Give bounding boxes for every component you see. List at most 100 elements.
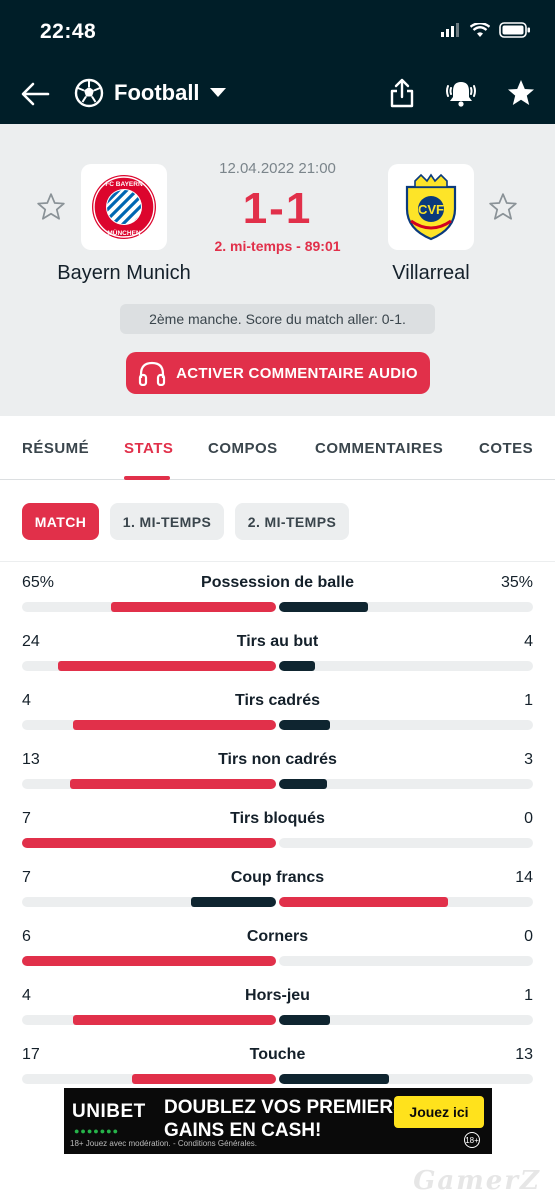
stat-label: Corners (246, 928, 309, 945)
stat-away-track (279, 897, 533, 907)
stat-row: 17 Touche 13 (0, 1034, 555, 1093)
stat-away-value: 1 (524, 692, 533, 709)
stat-away-bar (279, 779, 327, 789)
chip-match[interactable]: MATCH (22, 503, 99, 540)
battery-icon (499, 22, 530, 38)
stat-home-bar (70, 779, 276, 789)
stat-home-bar (111, 602, 276, 612)
stat-away-track (279, 1074, 533, 1084)
stat-label: Tirs cadrés (234, 692, 321, 709)
home-team-name[interactable]: Bayern Munich (24, 262, 224, 285)
stat-home-bar (191, 897, 276, 907)
stat-away-value: 0 (524, 928, 533, 945)
villarreal-crest-icon: CVF (405, 173, 457, 241)
advert-banner[interactable]: UNIBET ●●●●●●● DOUBLEZ VOS PREMIERS GAIN… (64, 1088, 492, 1154)
stat-row: 4 Hors-jeu 1 (0, 975, 555, 1034)
stat-away-track (279, 956, 533, 966)
tab-bar: RÉSUMÉ STATS COMPOS COMMENTAIRES COTES (0, 416, 555, 480)
stat-label: Tirs au but (236, 633, 319, 650)
stat-away-track (279, 1015, 533, 1025)
ad-fine-print: 18+ Jouez avec modération. - Conditions … (70, 1139, 257, 1148)
stat-home-bar (22, 838, 276, 848)
stat-home-track (22, 661, 276, 671)
stat-away-value: 1 (524, 987, 533, 1004)
stat-away-bar (279, 1074, 389, 1084)
away-team-logo[interactable]: CVF (388, 164, 474, 250)
app-bar-actions (389, 78, 535, 108)
stat-away-bar (279, 720, 330, 730)
stat-label: Tirs non cadrés (218, 751, 337, 768)
stat-home-track (22, 1074, 276, 1084)
chip-first-half[interactable]: 1. MI-TEMPS (110, 503, 224, 540)
ad-cta-button[interactable]: Jouez ici (394, 1096, 484, 1128)
stat-away-track (279, 838, 533, 848)
stat-home-track (22, 1015, 276, 1025)
stat-home-bar (22, 956, 276, 966)
stat-row: 7 Coup francs 14 (0, 857, 555, 916)
stat-label: Hors-jeu (245, 987, 310, 1004)
stat-row: 7 Tirs bloqués 0 (0, 798, 555, 857)
tab-compos[interactable]: COMPOS (208, 440, 278, 457)
tab-resume[interactable]: RÉSUMÉ (22, 440, 89, 457)
stat-home-bar (132, 1074, 276, 1084)
stat-away-value: 13 (515, 1046, 533, 1063)
stat-home-track (22, 602, 276, 612)
stat-away-value: 14 (515, 869, 533, 886)
share-icon[interactable] (389, 78, 415, 108)
stat-label: Tirs bloqués (230, 810, 325, 827)
stat-away-track (279, 661, 533, 671)
football-icon (74, 78, 104, 108)
period-filter: MATCH 1. MI-TEMPS 2. MI-TEMPS (0, 480, 555, 562)
wifi-icon (470, 22, 490, 37)
stat-away-value: 35% (500, 574, 533, 591)
stat-label: Touche (249, 1046, 306, 1063)
stat-label: Possession de balle (201, 574, 354, 591)
stat-home-bar (73, 720, 276, 730)
stat-row: 6 Corners 0 (0, 916, 555, 975)
tab-stats[interactable]: STATS (124, 440, 173, 457)
stat-away-value: 0 (524, 810, 533, 827)
ad-brand: UNIBET (72, 1101, 146, 1122)
stat-row: 24 Tirs au but 4 (0, 621, 555, 680)
stat-away-bar (279, 1015, 330, 1025)
stat-home-bar (58, 661, 276, 671)
stat-row: 13 Tirs non cadrés 3 (0, 739, 555, 798)
stat-home-track (22, 720, 276, 730)
clock: 22:48 (40, 20, 97, 43)
status-icons (441, 22, 531, 38)
match-header: FC BAYERN MÜNCHEN Bayern Munich 12.04.20… (0, 124, 555, 416)
stat-label: Coup francs (230, 869, 325, 886)
stat-home-track (22, 897, 276, 907)
ad-headline-line-1: DOUBLEZ VOS PREMIERS (164, 1097, 406, 1118)
audio-commentary-label: ACTIVER COMMENTAIRE AUDIO (176, 364, 418, 382)
signal-icon (441, 23, 459, 37)
chevron-down-icon (209, 88, 226, 97)
notification-bell-icon[interactable] (445, 78, 477, 108)
stat-away-bar (279, 897, 448, 907)
stat-away-track (279, 602, 533, 612)
tab-commentaires[interactable]: COMMENTAIRES (315, 440, 443, 457)
status-bar: 22:48 (0, 0, 555, 64)
stat-home-bar (73, 1015, 276, 1025)
stat-away-track (279, 779, 533, 789)
stat-home-track (22, 838, 276, 848)
audio-commentary-button[interactable]: ACTIVER COMMENTAIRE AUDIO (126, 352, 430, 394)
away-favorite-star-icon[interactable] (488, 192, 518, 222)
aggregate-info: 2ème manche. Score du match aller: 0-1. (120, 304, 435, 334)
chip-second-half[interactable]: 2. MI-TEMPS (235, 503, 349, 540)
stat-away-bar (279, 602, 368, 612)
ad-brand-dots: ●●●●●●● (74, 1126, 120, 1136)
svg-text:CVF: CVF (418, 202, 444, 217)
favorite-star-icon[interactable] (507, 79, 535, 107)
headphones-icon (139, 361, 166, 386)
sport-selector[interactable]: Football (74, 78, 226, 108)
away-team-name[interactable]: Villarreal (331, 262, 531, 285)
tab-cotes[interactable]: COTES (479, 440, 533, 457)
back-arrow-icon[interactable] (20, 81, 50, 107)
stat-home-track (22, 779, 276, 789)
watermark: GamerZ (413, 1166, 541, 1196)
ad-age-badge: 18+ (464, 1132, 480, 1148)
ad-headline: DOUBLEZ VOS PREMIERS GAINS EN CASH! (164, 1096, 406, 1142)
stat-away-track (279, 720, 533, 730)
app-bar: Football (0, 64, 555, 124)
